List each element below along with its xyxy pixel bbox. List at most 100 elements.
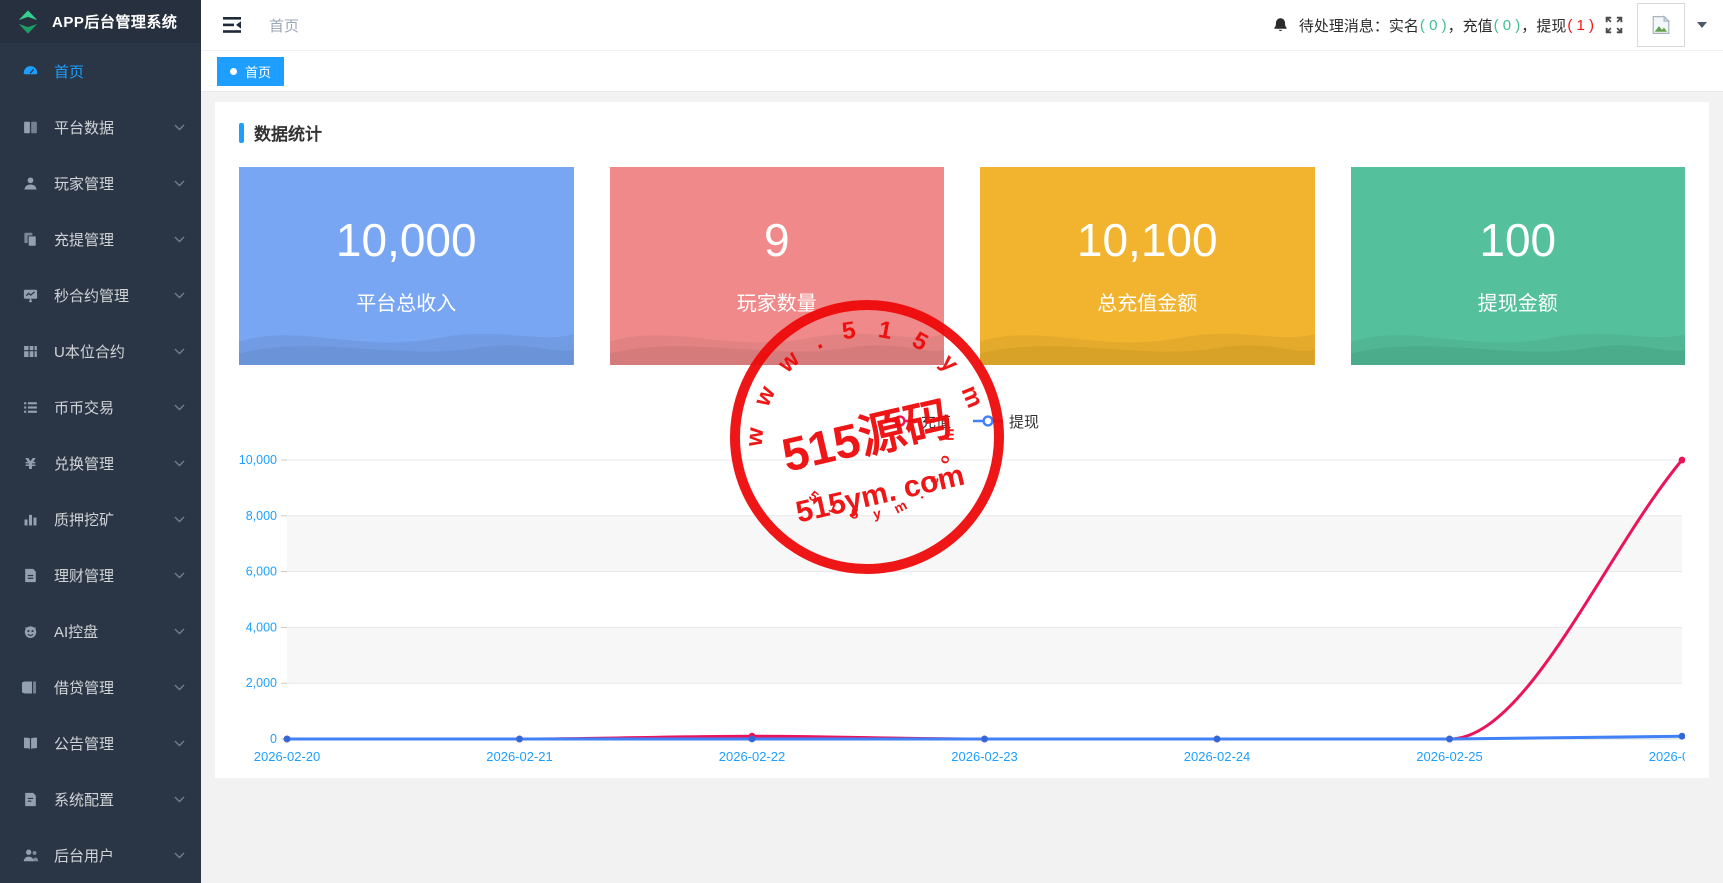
stat-card: 9 玩家数量 (610, 167, 945, 365)
chart-area: 充值 提现 0 2,000 4,000 6,000 8,000 10,000 2026-02-… (239, 411, 1685, 778)
stat-card: 100 提现金额 (1351, 167, 1686, 365)
stat-card-value: 9 (610, 213, 945, 267)
chevron-down-icon (174, 684, 185, 691)
sidebar-item-seconds-contract[interactable]: 秒合约管理 (0, 267, 201, 323)
legend-marker-icon (973, 415, 1003, 427)
sidebar-item-system-config[interactable]: 系统配置 (0, 771, 201, 827)
chevron-down-icon (174, 404, 185, 411)
chevron-down-icon (174, 460, 185, 467)
sidebar-collapse-icon[interactable] (223, 17, 243, 33)
lending-icon (22, 679, 39, 696)
tab-label: 首页 (245, 62, 271, 81)
sidebar-item-players[interactable]: 玩家管理 (0, 155, 201, 211)
pending-messages[interactable]: 待处理消息：实名( 0 )，充值( 0 )，提现( 1 ) (1299, 15, 1595, 36)
legend-item[interactable]: 充值 (885, 411, 951, 432)
app-window: APP后台管理系统 首页 平台数据 玩家管理 充提管理 秒合约管理 U本 (0, 0, 1723, 883)
sidebar-item-admin-user[interactable]: 后台用户 (0, 827, 201, 883)
chevron-down-icon (174, 740, 185, 747)
players-icon (22, 175, 39, 192)
stat-card-value: 100 (1351, 213, 1686, 267)
main-area: 首页 待处理消息：实名( 0 )，充值( 0 )，提现( 1 ) (201, 0, 1723, 883)
staking-icon (22, 511, 39, 528)
dashboard-icon (22, 63, 39, 80)
chart-legend: 充值 提现 (239, 411, 1685, 431)
section-title: 数据统计 (239, 120, 1685, 145)
card-wave-decoration (610, 307, 945, 365)
svg-text:2026-02-21: 2026-02-21 (486, 749, 553, 764)
user-avatar[interactable] (1637, 3, 1685, 47)
chevron-down-icon (174, 572, 185, 579)
admin-user-icon (22, 847, 39, 864)
svg-text:2,000: 2,000 (246, 676, 277, 690)
system-config-icon (22, 791, 39, 808)
sidebar-item-ai[interactable]: AI控盘 (0, 603, 201, 659)
card-wave-decoration (239, 307, 574, 365)
svg-text:8,000: 8,000 (246, 509, 277, 523)
stats-panel: 数据统计 10,000 平台总收入 9 玩家数量 10,100 总充值金额 10… (215, 102, 1709, 778)
wealth-icon (22, 567, 39, 584)
topbar-right: 待处理消息：实名( 0 )，充值( 0 )，提现( 1 ) (1272, 3, 1707, 47)
chevron-down-icon (174, 180, 185, 187)
ai-icon (22, 623, 39, 640)
svg-text:2026-02-20: 2026-02-20 (254, 749, 321, 764)
sidebar-item-staking[interactable]: 质押挖矿 (0, 491, 201, 547)
sidebar-item-u-contract[interactable]: U本位合约 (0, 323, 201, 379)
chevron-down-icon (174, 124, 185, 131)
chevron-down-icon (174, 852, 185, 859)
coin-trade-icon (22, 399, 39, 416)
app-title: APP后台管理系统 (52, 11, 177, 32)
card-wave-decoration (1351, 307, 1686, 365)
seconds-contract-icon (22, 287, 39, 304)
content: 数据统计 10,000 平台总收入 9 玩家数量 10,100 总充值金额 10… (201, 92, 1723, 883)
exchange-icon: ¥ (22, 455, 39, 472)
sidebar-item-coin-trade[interactable]: 币币交易 (0, 379, 201, 435)
user-menu-caret-icon[interactable] (1697, 22, 1707, 28)
legend-item[interactable]: 提现 (973, 411, 1039, 432)
u-contract-icon (22, 343, 39, 360)
stat-cards-row: 10,000 平台总收入 9 玩家数量 10,100 总充值金额 100 提现金… (239, 167, 1685, 365)
sidebar-item-dashboard[interactable]: 首页 (0, 43, 201, 99)
tab-active-dot-icon (230, 68, 237, 75)
sidebar-item-wealth[interactable]: 理财管理 (0, 547, 201, 603)
app-logo: APP后台管理系统 (0, 0, 201, 43)
sidebar-item-notice[interactable]: 公告管理 (0, 715, 201, 771)
fullscreen-icon[interactable] (1605, 16, 1623, 34)
tab-home[interactable]: 首页 (217, 57, 284, 86)
recharge-withdraw-icon (22, 231, 39, 248)
logo-icon (14, 8, 42, 36)
svg-text:2026-02-23: 2026-02-23 (951, 749, 1018, 764)
chevron-down-icon (174, 628, 185, 635)
notification-bell-icon[interactable] (1272, 16, 1289, 34)
breadcrumb[interactable]: 首页 (269, 15, 299, 36)
sidebar-item-lending[interactable]: 借贷管理 (0, 659, 201, 715)
svg-text:0: 0 (270, 732, 277, 746)
chevron-down-icon (174, 292, 185, 299)
chevron-down-icon (174, 236, 185, 243)
svg-text:2026-02-25: 2026-02-25 (1416, 749, 1483, 764)
sidebar-item-recharge-withdraw[interactable]: 充提管理 (0, 211, 201, 267)
chevron-down-icon (174, 796, 185, 803)
line-chart[interactable]: 0 2,000 4,000 6,000 8,000 10,000 2026-02-20 202… (239, 439, 1685, 778)
stat-card-value: 10,000 (239, 213, 574, 267)
sidebar: APP后台管理系统 首页 平台数据 玩家管理 充提管理 秒合约管理 U本 (0, 0, 201, 883)
sidebar-menu: 首页 平台数据 玩家管理 充提管理 秒合约管理 U本位合约 (0, 43, 201, 883)
sidebar-item-platform-data[interactable]: 平台数据 (0, 99, 201, 155)
chevron-down-icon (174, 516, 185, 523)
svg-text:2026-02-26: 2026-02-26 (1649, 749, 1685, 764)
platform-data-icon (22, 119, 39, 136)
svg-text:2026-02-24: 2026-02-24 (1184, 749, 1251, 764)
svg-text:6,000: 6,000 (246, 565, 277, 579)
card-wave-decoration (980, 307, 1315, 365)
svg-text:4,000: 4,000 (246, 620, 277, 634)
broken-image-icon (1651, 15, 1671, 35)
section-title-text: 数据统计 (254, 120, 322, 145)
sidebar-item-exchange[interactable]: ¥ 兑换管理 (0, 435, 201, 491)
svg-text:¥: ¥ (25, 455, 36, 472)
svg-text:10,000: 10,000 (239, 453, 277, 467)
notice-icon (22, 735, 39, 752)
stat-card-value: 10,100 (980, 213, 1315, 267)
legend-marker-icon (885, 415, 915, 427)
svg-text:2026-02-22: 2026-02-22 (719, 749, 786, 764)
chevron-down-icon (174, 348, 185, 355)
title-accent-bar (239, 123, 244, 143)
